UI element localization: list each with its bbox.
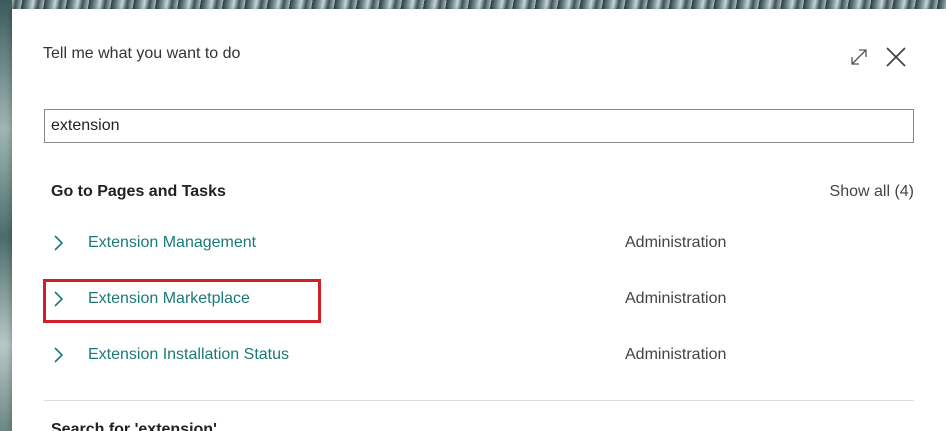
- result-category: Administration: [625, 290, 727, 307]
- section-header-pages-and-tasks: Go to Pages and Tasks: [51, 183, 226, 200]
- close-icon[interactable]: [883, 44, 909, 70]
- result-category: Administration: [625, 234, 727, 251]
- section-divider: [44, 400, 914, 401]
- chevron-right-icon: [54, 235, 64, 251]
- result-name[interactable]: Extension Installation Status: [88, 346, 289, 364]
- search-input[interactable]: [44, 109, 914, 143]
- result-row-extension-installation-status[interactable]: Extension Installation Status Administra…: [42, 335, 914, 375]
- expand-icon[interactable]: [848, 46, 870, 68]
- search-for-header: Search for 'extension': [51, 421, 217, 431]
- result-row-extension-management[interactable]: Extension Management Administration: [42, 223, 914, 263]
- result-row-extension-marketplace[interactable]: Extension Marketplace Administration: [42, 279, 914, 319]
- background-page-edge: [0, 0, 12, 431]
- result-category: Administration: [625, 346, 727, 363]
- tell-me-dialog: Tell me what you want to do Go to Pages …: [12, 9, 946, 431]
- dialog-title: Tell me what you want to do: [43, 45, 241, 62]
- chevron-right-icon: [54, 291, 64, 307]
- show-all-link[interactable]: Show all (4): [830, 183, 914, 201]
- chevron-right-icon: [54, 347, 64, 363]
- result-name[interactable]: Extension Management: [88, 234, 256, 252]
- result-name[interactable]: Extension Marketplace: [88, 290, 250, 308]
